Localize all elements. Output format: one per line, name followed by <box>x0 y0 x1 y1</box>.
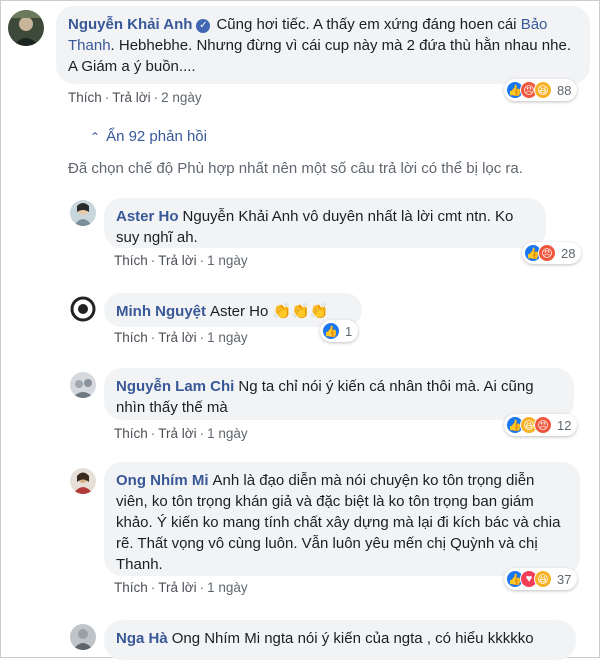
like-action[interactable]: Thích <box>114 330 148 345</box>
reply-time[interactable]: 1 ngày <box>207 426 248 441</box>
verified-badge-icon: ✓ <box>196 19 211 33</box>
reply-text: Aster Ho <box>210 303 269 320</box>
reaction-count: 12 <box>557 417 572 433</box>
reply-author[interactable]: Ong Nhím Mi <box>116 472 209 489</box>
haha-reaction-icon: 😆 <box>534 81 552 99</box>
comment-text-part: . Hebhebhe. Nhưng đừng vì cái cup này mà… <box>68 37 571 75</box>
reaction-summary[interactable]: 👍 😠 28 <box>522 242 582 264</box>
reply-action[interactable]: Trả lời <box>158 426 196 441</box>
reaction-summary[interactable]: 👍 1 <box>320 320 359 342</box>
angry-reaction-icon: 😠 <box>534 416 552 434</box>
comment-text-part: Cũng hơi tiếc. A thấy em xứng đáng hoen … <box>216 16 517 33</box>
reply-time[interactable]: 1 ngày <box>207 330 248 345</box>
avatar-ong-nhim-mi[interactable] <box>70 468 96 494</box>
reaction-count: 37 <box>557 571 572 587</box>
clapping-hands-icon: 👏👏👏 <box>272 303 329 320</box>
avatar-nguyen-khai-anh[interactable] <box>8 10 44 46</box>
chevron-up-icon: ⌃ <box>90 130 101 144</box>
comment-actions: Thích · Trả lời · 2 ngày <box>68 90 202 105</box>
reply-actions: Thích · Trả lời · 1 ngày <box>114 426 248 441</box>
reaction-summary[interactable]: 👍 ♥ 😆 37 <box>504 568 578 590</box>
comment-author[interactable]: Nguyễn Khải Anh <box>68 16 192 33</box>
like-action[interactable]: Thích <box>114 253 148 268</box>
reply-action[interactable]: Trả lời <box>112 90 150 105</box>
comment-bubble: Nguyễn Khải Anh ✓ Cũng hơi tiếc. A thấy em… <box>56 6 590 84</box>
reaction-count: 28 <box>561 245 576 261</box>
reply-author[interactable]: Nga Hà <box>116 630 168 647</box>
reply-action[interactable]: Trả lời <box>158 253 196 268</box>
reaction-count: 88 <box>557 82 572 98</box>
reply-actions: Thích · Trả lời · 1 ngày <box>114 580 248 595</box>
reply-bubble: Nga Hà Ong Nhím Mi ngta nói ý kiến của ng… <box>104 620 576 660</box>
like-reaction-icon: 👍 <box>322 322 340 340</box>
avatar-minh-nguyet[interactable] <box>70 296 96 322</box>
like-action[interactable]: Thích <box>114 580 148 595</box>
reply-action[interactable]: Trả lời <box>158 580 196 595</box>
reply-author[interactable]: Minh Nguyệt <box>116 303 206 320</box>
haha-reaction-icon: 😆 <box>534 570 552 588</box>
reply-bubble: Aster Ho Nguyễn Khải Anh vô duyên nhất là… <box>104 198 546 248</box>
reply-bubble: Ong Nhím Mi Anh là đạo diễn mà nói chuyện… <box>104 462 580 576</box>
reaction-count: 1 <box>345 323 353 339</box>
reaction-summary[interactable]: 👍 😠 😆 88 <box>504 79 578 101</box>
reply-author[interactable]: Nguyễn Lam Chi <box>116 378 234 395</box>
like-action[interactable]: Thích <box>68 90 102 105</box>
reply-time[interactable]: 1 ngày <box>207 580 248 595</box>
avatar-aster-ho[interactable] <box>70 200 96 226</box>
reply-bubble: Nguyễn Lam Chi Ng ta chỉ nói ý kiến cá nh… <box>104 368 574 420</box>
hide-replies-label: Ẩn 92 phản hồi <box>106 128 207 145</box>
like-action[interactable]: Thích <box>114 426 148 441</box>
reply-actions: Thích · Trả lời · 1 ngày <box>114 253 248 268</box>
angry-reaction-icon: 😠 <box>538 244 556 262</box>
reply-actions: Thích · Trả lời · 1 ngày <box>114 330 248 345</box>
avatar-nga-ha[interactable] <box>70 624 96 650</box>
reply-text: Ong Nhím Mi ngta nói ý kiến của ngta , c… <box>171 630 534 647</box>
avatar-nguyen-lam-chi[interactable] <box>70 372 96 398</box>
reply-time[interactable]: 1 ngày <box>207 253 248 268</box>
comment-time[interactable]: 2 ngày <box>161 90 202 105</box>
filter-note: Đã chọn chế độ Phù hợp nhất nên một số c… <box>68 160 523 177</box>
reaction-summary[interactable]: 👍 😆 😠 12 <box>504 414 578 436</box>
reply-author[interactable]: Aster Ho <box>116 208 179 225</box>
hide-replies-link[interactable]: ⌃ Ẩn 92 phản hồi <box>90 128 207 145</box>
reply-action[interactable]: Trả lời <box>158 330 196 345</box>
